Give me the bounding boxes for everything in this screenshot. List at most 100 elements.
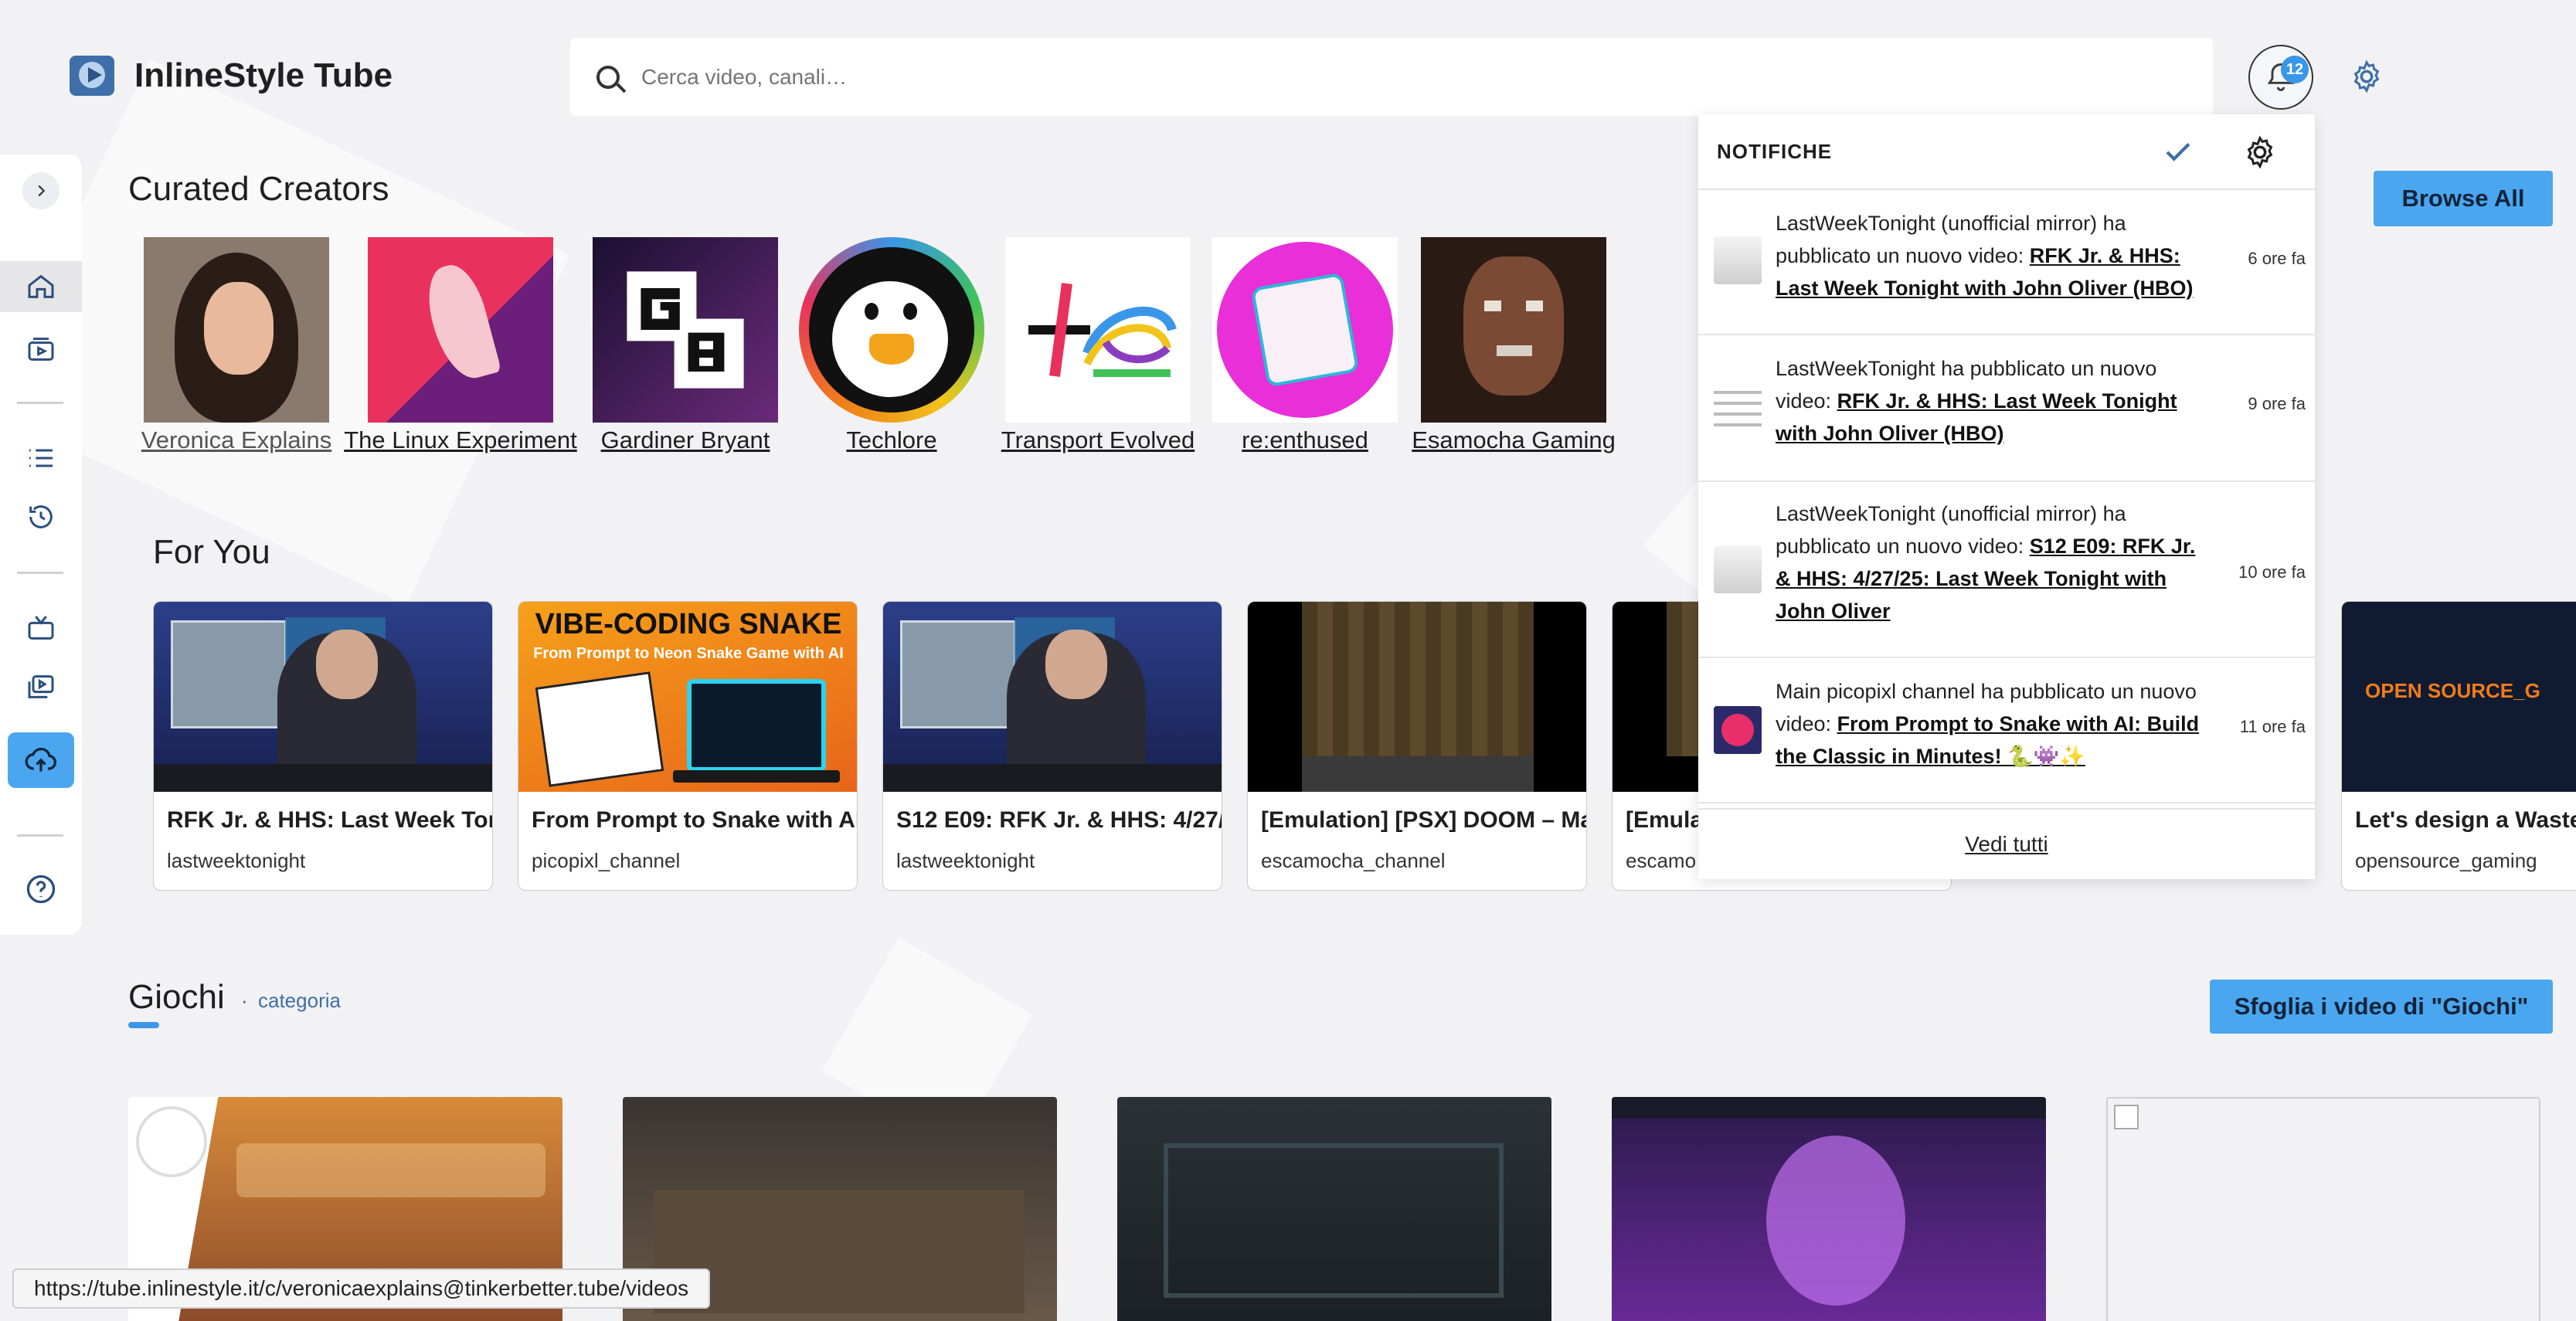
notification-channel-avatar (1714, 706, 1762, 754)
video-thumbnail: OPEN SOURCE_G (2342, 602, 2576, 792)
help-icon (26, 874, 56, 904)
history-icon (29, 505, 53, 528)
video-card[interactable]: [Emulation] [PSX] DOOM – Map 1 escamocha… (1247, 601, 1587, 891)
video-library-icon (28, 675, 54, 698)
video-card[interactable]: VIBE-CODING SNAKE From Prompt to Neon Sn… (518, 601, 858, 891)
notification-time: 9 ore fa (2248, 394, 2306, 413)
creator-name[interactable]: Techlore (846, 426, 936, 454)
thumbnail-text: VIBE-CODING SNAKE (535, 608, 842, 640)
app-title: InlineStyle Tube (134, 56, 393, 94)
creator-name[interactable]: re:enthused (1242, 426, 1368, 454)
notification-channel-avatar (1714, 545, 1762, 593)
creator-card[interactable]: Techlore (799, 237, 984, 453)
creator-name[interactable]: Gardiner Bryant (601, 426, 770, 454)
broken-image-icon (2114, 1105, 2139, 1129)
status-bar-url: https://tube.inlinestyle.it/c/veronicaex… (12, 1268, 711, 1309)
sidebar-item-help[interactable] (15, 864, 66, 915)
search-input[interactable] (641, 64, 2032, 90)
game-video-thumbnail[interactable] (1612, 1097, 2046, 1321)
sidebar-item-history[interactable] (15, 491, 66, 542)
settings-gear-icon[interactable] (2349, 59, 2384, 94)
creator-name[interactable]: The Linux Experiment (344, 426, 577, 454)
thumbnail-text: OPEN SOURCE_G (2365, 679, 2540, 702)
sidebar-item-subscriptions[interactable] (15, 324, 66, 375)
search-bar[interactable] (570, 38, 2213, 116)
mark-all-read-icon[interactable] (2162, 136, 2194, 168)
creator-avatar (1212, 237, 1398, 423)
creator-avatar (1005, 237, 1191, 423)
creator-card[interactable]: The Linux Experiment (344, 237, 577, 453)
sidebar-expand-button[interactable] (15, 165, 66, 216)
creator-card[interactable]: Transport Evolved (1001, 237, 1195, 453)
video-title[interactable]: RFK Jr. & HHS: Last Week Tonight with Jo… (167, 807, 492, 834)
browse-games-button[interactable]: Sfoglia i video di "Giochi" (2210, 980, 2553, 1034)
video-channel[interactable]: picopixl_channel (532, 849, 680, 873)
list-icon (29, 449, 53, 467)
notification-settings-icon[interactable] (2242, 134, 2278, 170)
home-icon (28, 274, 54, 298)
video-title[interactable]: S12 E09: RFK Jr. & HHS: 4/27/25: Last We… (896, 807, 1222, 834)
creator-name[interactable]: Esamocha Gaming (1412, 426, 1616, 454)
video-card[interactable]: OPEN SOURCE_G Let's design a Waste opens… (2341, 601, 2576, 891)
video-card[interactable]: S12 E09: RFK Jr. & HHS: 4/27/25: Last We… (882, 601, 1222, 891)
games-title: Giochi (128, 978, 225, 1016)
video-channel[interactable]: opensource_gaming (2355, 849, 2537, 873)
notification-text: LastWeekTonight (unofficial mirror) ha p… (1776, 497, 2208, 627)
video-title[interactable]: From Prompt to Snake with AI: Build the … (532, 807, 857, 834)
notification-time: 6 ore fa (2248, 249, 2306, 268)
creator-card[interactable]: Veronica Explains (141, 237, 331, 453)
curated-creators-title: Curated Creators (128, 170, 389, 208)
sidebar-item-playlists[interactable] (15, 433, 66, 484)
notification-item[interactable]: LastWeekTonight (unofficial mirror) ha p… (1698, 190, 2315, 335)
sidebar-item-upload[interactable] (8, 732, 74, 788)
sidebar-divider (17, 834, 63, 837)
notification-channel-avatar (1714, 236, 1762, 284)
notification-time: 10 ore fa (2238, 562, 2306, 582)
creator-card[interactable]: Gardiner Bryant (593, 237, 778, 453)
video-card[interactable]: RFK Jr. & HHS: Last Week Tonight with Jo… (153, 601, 493, 891)
video-title[interactable]: [Emula (1626, 807, 1703, 834)
sidebar-item-channels[interactable] (15, 603, 66, 654)
thumbnail-text: From Prompt to Neon Snake Game with AI (533, 645, 844, 662)
creator-card[interactable]: re:enthused (1212, 237, 1398, 453)
chevron-right-icon (22, 172, 59, 209)
video-thumbnail (883, 602, 1222, 792)
video-channel[interactable]: lastweektonight (167, 849, 305, 873)
creator-card[interactable]: Esamocha Gaming (1412, 237, 1616, 453)
game-video-thumbnail[interactable] (1117, 1097, 1551, 1321)
creator-avatar (368, 237, 553, 423)
creator-name[interactable]: Veronica Explains (141, 426, 331, 454)
creator-name[interactable]: Transport Evolved (1001, 426, 1195, 454)
game-video-thumbnail[interactable] (2106, 1097, 2540, 1321)
creator-avatar (593, 237, 778, 423)
video-title[interactable]: [Emulation] [PSX] DOOM – Map 1 (1261, 807, 1586, 834)
notification-item[interactable]: LastWeekTonight (unofficial mirror) ha p… (1698, 482, 2315, 658)
sidebar-item-my-videos[interactable] (15, 661, 66, 712)
video-thumbnail (154, 602, 492, 792)
notification-item[interactable]: Main picopixl channel ha pubblicato un n… (1698, 658, 2315, 803)
browse-all-button[interactable]: Browse All (2374, 171, 2553, 226)
notifications-badge: 12 (2281, 56, 2309, 83)
notification-text: LastWeekTonight ha pubblicato un nuovo v… (1776, 352, 2208, 450)
video-channel[interactable]: escamocha_channel (1261, 849, 1446, 873)
video-channel[interactable]: lastweektonight (896, 849, 1035, 873)
subscriptions-icon (28, 338, 54, 361)
notification-time: 11 ore fa (2239, 717, 2306, 736)
notification-text: LastWeekTonight (unofficial mirror) ha p… (1776, 207, 2208, 304)
notification-item[interactable]: LastWeekTonight ha pubblicato un nuovo v… (1698, 335, 2315, 482)
notifications-title: NOTIFICHE (1717, 139, 1833, 163)
creator-avatar (1421, 237, 1606, 423)
video-channel[interactable]: escamo (1626, 849, 1696, 873)
tv-icon (28, 616, 54, 640)
notifications-header: NOTIFICHE (1698, 114, 2315, 190)
notification-video-link[interactable]: From Prompt to Snake with AI: Build the … (1776, 712, 2199, 768)
sidebar-item-home[interactable] (0, 261, 82, 312)
creator-avatar (144, 237, 329, 423)
page: InlineStyle Tube 12 (0, 0, 2576, 1321)
app-logo[interactable]: InlineStyle Tube (70, 56, 393, 96)
see-all-notifications-link[interactable]: Vedi tutti (1965, 832, 2048, 857)
creator-avatar (799, 237, 984, 423)
notifications-panel: NOTIFICHE LastWeekTonight (unofficial mi… (1698, 114, 2315, 879)
video-title[interactable]: Let's design a Waste (2355, 807, 2576, 834)
sidebar (0, 155, 82, 935)
